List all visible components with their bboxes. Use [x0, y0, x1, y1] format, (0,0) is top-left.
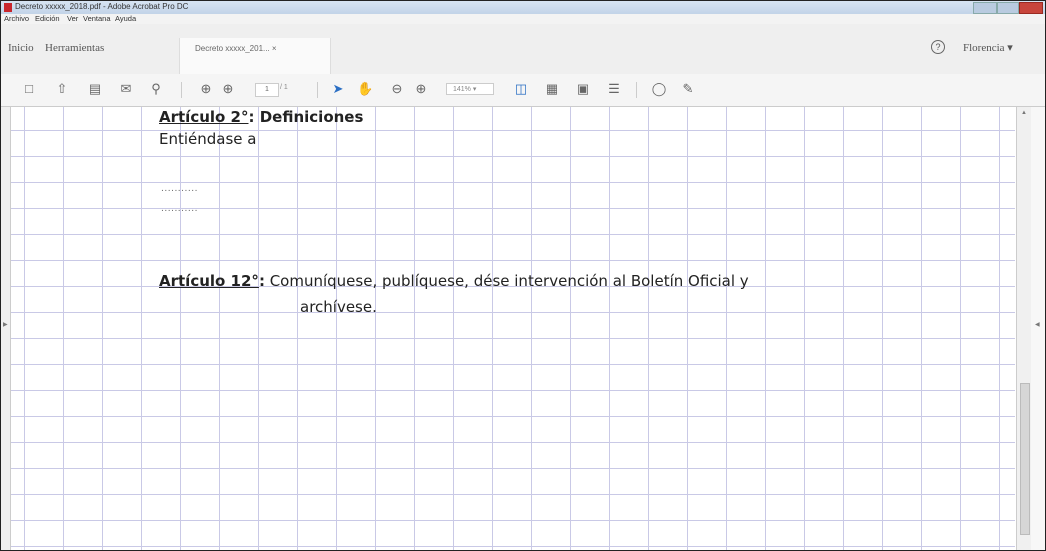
menu-ayuda[interactable]: Ayuda [115, 14, 136, 23]
sign-icon[interactable]: ☰ [606, 81, 622, 97]
article-12-text: Comuníquese, publíquese, dése intervenci… [264, 272, 749, 290]
highlight-pen-icon[interactable]: ✎ [680, 81, 696, 97]
page-view-icon[interactable]: ▦ [544, 81, 560, 97]
vertical-scrollbar[interactable]: ▲ [1016, 107, 1031, 550]
separator [181, 82, 182, 98]
acrobat-app-icon [4, 3, 12, 12]
toolbar: □ ⇧ ▤ ✉ ⚲ ⊕ ⊕ 1 / 1 ➤ ✋ ⊖ ⊕ 141% ▾ ◫ ▦ ▣… [1, 74, 1045, 107]
menu-edicion[interactable]: Edición [35, 14, 60, 23]
left-pane-arrow-icon: ▶ [3, 322, 8, 328]
tab-bar: Inicio Herramientas Decreto xxxxx_201...… [1, 24, 1045, 75]
page-down-icon[interactable]: ⊕ [220, 81, 236, 97]
article-2-label: Artículo 2° [159, 108, 249, 126]
article-12-paragraph: Artículo 12°: Comuníquese, publíquese, d… [159, 272, 749, 290]
menu-bar: Archivo Edición Ver Ventana Ayuda [1, 14, 1045, 24]
scroll-thumb[interactable] [1020, 383, 1030, 535]
article-12-continuation: archívese. [300, 298, 377, 316]
tab-home[interactable]: Inicio [8, 42, 34, 54]
help-icon[interactable]: ? [931, 40, 945, 54]
page-number-input[interactable]: 1 [255, 83, 279, 97]
tab-document-label: Decreto xxxxx_201... × [195, 44, 277, 53]
menu-ver[interactable]: Ver [67, 14, 78, 23]
minimize-button[interactable] [973, 2, 997, 14]
right-pane-toggle[interactable]: ◀ [1031, 107, 1045, 550]
article-2-title: : Definiciones [248, 108, 364, 126]
document-page [1, 107, 1015, 550]
zoom-in-icon[interactable]: ⊕ [413, 81, 429, 97]
window-title: Decreto xxxxx_2018.pdf - Adobe Acrobat P… [15, 2, 189, 11]
menu-archivo[interactable]: Archivo [4, 14, 29, 23]
print-icon[interactable]: ▤ [87, 81, 103, 97]
right-pane-arrow-icon: ◀ [1035, 322, 1040, 328]
ellipsis-line: ........... [161, 204, 198, 214]
maximize-button[interactable] [997, 2, 1019, 14]
page-total: / 1 [280, 84, 288, 91]
acrobat-window: Decreto xxxxx_2018.pdf - Adobe Acrobat P… [0, 0, 1046, 551]
title-bar: Decreto xxxxx_2018.pdf - Adobe Acrobat P… [1, 1, 1045, 14]
menu-ventana[interactable]: Ventana [83, 14, 111, 23]
separator [636, 82, 637, 98]
entiendase-text: Entiéndase a [159, 130, 257, 148]
page-up-icon[interactable]: ⊕ [198, 81, 214, 97]
zoom-out-icon[interactable]: ⊖ [389, 81, 405, 97]
search-icon[interactable]: ⚲ [148, 81, 164, 97]
user-menu[interactable]: Florencia ▾ [963, 41, 1013, 54]
ellipsis-line: ........... [161, 184, 198, 194]
fit-page-icon[interactable]: ◫ [513, 81, 529, 97]
article-12-label: Artículo 12° [159, 272, 259, 290]
scroll-up-icon[interactable]: ▲ [1020, 110, 1028, 118]
select-arrow-icon[interactable]: ➤ [330, 81, 346, 97]
fullscreen-icon[interactable]: ▣ [575, 81, 591, 97]
zoom-select[interactable]: 141% ▾ [446, 83, 494, 95]
tab-tools[interactable]: Herramientas [45, 42, 104, 54]
upload-icon[interactable]: ⇧ [54, 81, 70, 97]
save-icon[interactable]: □ [21, 81, 37, 97]
close-button[interactable] [1019, 2, 1043, 14]
left-pane-toggle[interactable]: ▶ [1, 107, 11, 550]
hand-icon[interactable]: ✋ [357, 81, 373, 97]
tab-document[interactable]: Decreto xxxxx_201... × [179, 38, 331, 74]
comment-icon[interactable]: ◯ [651, 81, 667, 97]
article-2-heading: Artículo 2°: Definiciones [159, 108, 363, 126]
email-icon[interactable]: ✉ [118, 81, 134, 97]
separator [317, 82, 318, 98]
